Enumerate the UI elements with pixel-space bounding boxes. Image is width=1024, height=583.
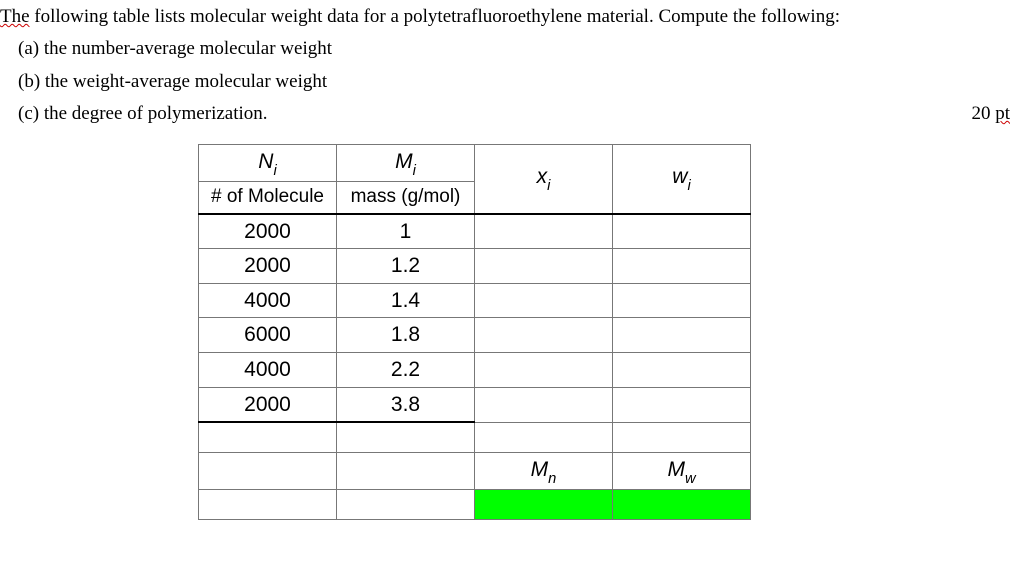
cell-empty <box>613 422 751 452</box>
cell-n: 2000 <box>199 214 337 249</box>
col4-header-symbol: wi <box>613 144 751 214</box>
data-table-wrap: Ni Mi xi wi # of Molecule mass (g/mol) 2… <box>198 144 1014 521</box>
cell-n: 2000 <box>199 249 337 284</box>
cell-empty <box>199 452 337 490</box>
cell-w <box>613 214 751 249</box>
points-label: 20 pt <box>971 99 1010 129</box>
intro-rest: following table lists molecular weight d… <box>30 6 840 27</box>
problem-intro: The following table lists molecular weig… <box>0 2 1014 32</box>
table-row-footer-values <box>199 490 751 520</box>
cell-x <box>475 283 613 318</box>
col2-header-symbol: Mi <box>337 144 475 182</box>
col3-header-symbol: xi <box>475 144 613 214</box>
mn-value-cell <box>475 490 613 520</box>
part-c: (c) the degree of polymerization. <box>18 99 268 129</box>
cell-w <box>613 387 751 422</box>
cell-x <box>475 318 613 353</box>
cell-x <box>475 249 613 284</box>
cell-x <box>475 387 613 422</box>
table-row: 2000 3.8 <box>199 387 751 422</box>
col1-header-symbol: Ni <box>199 144 337 182</box>
cell-n: 2000 <box>199 387 337 422</box>
part-c-row: (c) the degree of polymerization. 20 pt <box>0 99 1014 129</box>
col2-header-label: mass (g/mol) <box>337 182 475 214</box>
table-row: 4000 1.4 <box>199 283 751 318</box>
cell-m: 1.2 <box>337 249 475 284</box>
cell-n: 6000 <box>199 318 337 353</box>
col1-header-label: # of Molecule <box>199 182 337 214</box>
cell-m: 1.4 <box>337 283 475 318</box>
molecular-weight-table: Ni Mi xi wi # of Molecule mass (g/mol) 2… <box>198 144 751 521</box>
cell-n: 4000 <box>199 283 337 318</box>
cell-x <box>475 353 613 388</box>
cell-empty <box>199 490 337 520</box>
cell-empty <box>199 422 337 452</box>
cell-empty <box>475 422 613 452</box>
header-row-1: Ni Mi xi wi <box>199 144 751 182</box>
table-row-footer-labels: Mn Mw <box>199 452 751 490</box>
table-row: 2000 1.2 <box>199 249 751 284</box>
cell-empty <box>337 490 475 520</box>
cell-n: 4000 <box>199 353 337 388</box>
cell-w <box>613 353 751 388</box>
mw-label: Mw <box>613 452 751 490</box>
cell-m: 2.2 <box>337 353 475 388</box>
cell-w <box>613 318 751 353</box>
mn-label: Mn <box>475 452 613 490</box>
table-row: 6000 1.8 <box>199 318 751 353</box>
cell-m: 3.8 <box>337 387 475 422</box>
table-row-spacer <box>199 422 751 452</box>
cell-empty <box>337 452 475 490</box>
mw-value-cell <box>613 490 751 520</box>
cell-w <box>613 283 751 318</box>
cell-m: 1.8 <box>337 318 475 353</box>
cell-empty <box>337 422 475 452</box>
intro-underlined-word: The <box>0 6 30 27</box>
part-a: (a) the number-average molecular weight <box>0 34 1014 64</box>
part-b: (b) the weight-average molecular weight <box>0 67 1014 97</box>
cell-m: 1 <box>337 214 475 249</box>
cell-w <box>613 249 751 284</box>
table-row: 4000 2.2 <box>199 353 751 388</box>
cell-x <box>475 214 613 249</box>
table-row: 2000 1 <box>199 214 751 249</box>
